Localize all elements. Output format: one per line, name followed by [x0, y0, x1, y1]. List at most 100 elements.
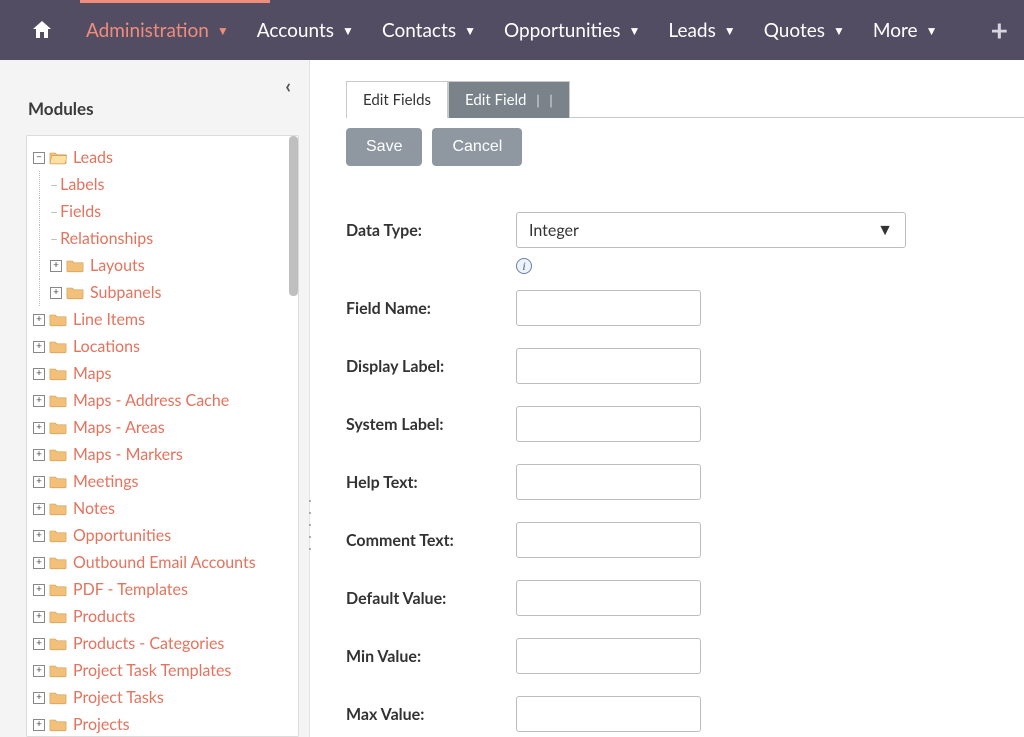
- caret-down-icon: ▼: [464, 23, 476, 38]
- form-label: Field Name:: [346, 299, 516, 318]
- tree-node[interactable]: Projects: [73, 711, 130, 737]
- form-input[interactable]: [516, 290, 701, 326]
- nav-more[interactable]: More ▼: [859, 0, 952, 60]
- tree-expand-icon[interactable]: +: [33, 557, 45, 569]
- tree-node[interactable]: Maps - Address Cache: [73, 387, 229, 414]
- tree-node[interactable]: Maps - Markers: [73, 441, 183, 468]
- save-button[interactable]: Save: [346, 128, 422, 166]
- form-label: Display Label:: [346, 357, 516, 376]
- tree-collapse-icon[interactable]: −: [33, 152, 45, 164]
- info-icon[interactable]: i: [516, 256, 1024, 274]
- nav-accounts[interactable]: Accounts ▼: [243, 0, 368, 60]
- nav-contacts[interactable]: Contacts ▼: [368, 0, 490, 60]
- caret-down-icon: ▼: [724, 23, 736, 38]
- folder-icon: [49, 312, 67, 327]
- tree-expand-icon[interactable]: +: [33, 314, 45, 326]
- nav-label: Leads: [668, 19, 715, 42]
- form-label: Comment Text:: [346, 531, 516, 550]
- folder-icon: [49, 339, 67, 354]
- tree-node[interactable]: Layouts: [90, 252, 145, 279]
- tree-node[interactable]: Line Items: [73, 306, 145, 333]
- tree-expand-icon[interactable]: +: [33, 611, 45, 623]
- folder-icon: [49, 501, 67, 516]
- nav-label: Administration: [86, 19, 209, 42]
- folder-icon: [66, 285, 84, 300]
- tree-node[interactable]: Products - Categories: [73, 630, 224, 657]
- tree-node[interactable]: Fields: [60, 198, 101, 225]
- tree-node[interactable]: Project Task Templates: [73, 657, 231, 684]
- folder-icon: [49, 528, 67, 543]
- folder-icon: [49, 420, 67, 435]
- tree-expand-icon[interactable]: +: [33, 665, 45, 677]
- sidebar-resize-handle[interactable]: [304, 495, 316, 555]
- tree-expand-icon[interactable]: +: [33, 422, 45, 434]
- caret-down-icon: ▼: [629, 23, 641, 38]
- form-input[interactable]: [516, 638, 701, 674]
- tree-expand-icon[interactable]: +: [33, 584, 45, 596]
- form-input[interactable]: [516, 406, 701, 442]
- tree-expand-icon[interactable]: +: [33, 395, 45, 407]
- tree-node[interactable]: Products: [73, 603, 135, 630]
- quick-create-button[interactable]: +: [991, 12, 1014, 48]
- tree-node[interactable]: Subpanels: [90, 279, 161, 306]
- nav-label: Quotes: [764, 19, 825, 42]
- folder-icon: [49, 447, 67, 462]
- module-tree: −Leads–Labels–Fields–Relationships+Layou…: [26, 135, 299, 737]
- form-input[interactable]: [516, 348, 701, 384]
- tree-node[interactable]: Meetings: [73, 468, 138, 495]
- tree-expand-icon[interactable]: +: [33, 692, 45, 704]
- sidebar-collapse-toggle[interactable]: ‹: [285, 74, 291, 98]
- tree-node[interactable]: PDF - Templates: [73, 576, 188, 603]
- tree-node[interactable]: Opportunities: [73, 522, 171, 549]
- folder-icon: [49, 474, 67, 489]
- home-button[interactable]: [30, 18, 72, 42]
- tree-node[interactable]: Relationships: [60, 225, 153, 252]
- tree-expand-icon[interactable]: +: [33, 503, 45, 515]
- form-input[interactable]: [516, 580, 701, 616]
- tree-expand-icon[interactable]: +: [33, 719, 45, 731]
- form-input[interactable]: [516, 696, 701, 732]
- tree-node[interactable]: Labels: [60, 171, 104, 198]
- nav-quotes[interactable]: Quotes ▼: [750, 0, 859, 60]
- tree-expand-icon[interactable]: +: [33, 530, 45, 542]
- caret-down-icon: ▼: [833, 23, 845, 38]
- tab-edit-fields[interactable]: Edit Fields: [346, 81, 448, 118]
- caret-down-icon: ▼: [217, 23, 229, 38]
- tree-node[interactable]: Maps - Areas: [73, 414, 165, 441]
- cancel-button[interactable]: Cancel: [432, 128, 522, 166]
- tree-node[interactable]: Locations: [73, 333, 140, 360]
- folder-icon: [49, 609, 67, 624]
- form-input[interactable]: [516, 522, 701, 558]
- tree-expand-icon[interactable]: +: [50, 287, 62, 299]
- tree-expand-icon[interactable]: +: [33, 449, 45, 461]
- form-input[interactable]: [516, 464, 701, 500]
- form-label: Default Value:: [346, 589, 516, 608]
- tree-expand-icon[interactable]: +: [33, 476, 45, 488]
- nav-administration[interactable]: Administration ▼: [72, 0, 243, 60]
- tab-edit-field[interactable]: Edit Field | |: [448, 81, 570, 118]
- select-value: Integer: [529, 221, 579, 240]
- scrollbar-thumb[interactable]: [289, 136, 298, 296]
- nav-opportunities[interactable]: Opportunities ▼: [490, 0, 654, 60]
- divider: |: [549, 92, 552, 108]
- folder-icon: [49, 366, 67, 381]
- tree-expand-icon[interactable]: +: [33, 368, 45, 380]
- tree-node[interactable]: Notes: [73, 495, 115, 522]
- nav-label: Contacts: [382, 19, 456, 42]
- tree-expand-icon[interactable]: +: [33, 341, 45, 353]
- form-label: Help Text:: [346, 473, 516, 492]
- tree-node[interactable]: Maps: [73, 360, 111, 387]
- top-navigation: Administration ▼ Accounts ▼ Contacts ▼ O…: [0, 0, 1024, 60]
- data-type-select[interactable]: Integer ▼: [516, 212, 906, 248]
- home-icon: [30, 18, 54, 42]
- tree-node[interactable]: Outbound Email Accounts: [73, 549, 256, 576]
- tab-label: Edit Field: [465, 91, 526, 109]
- tree-node[interactable]: Project Tasks: [73, 684, 164, 711]
- nav-leads[interactable]: Leads ▼: [654, 0, 749, 60]
- tree-expand-icon[interactable]: +: [50, 260, 62, 272]
- tree-expand-icon[interactable]: +: [33, 638, 45, 650]
- form-label: System Label:: [346, 415, 516, 434]
- folder-icon: [49, 636, 67, 651]
- tree-node-leads[interactable]: Leads: [73, 144, 113, 171]
- folder-open-icon: [49, 150, 67, 165]
